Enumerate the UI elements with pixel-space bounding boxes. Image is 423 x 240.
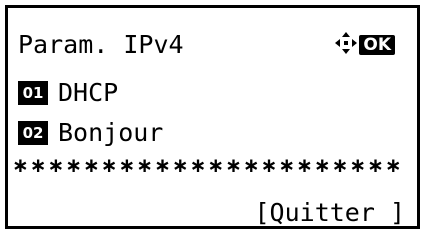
four-way-arrow-icon <box>335 32 358 58</box>
ok-badge: OK <box>359 35 395 55</box>
nav-ok-indicator: OK <box>335 30 395 60</box>
menu-item-number: 01 <box>18 81 48 105</box>
menu-item-dhcp[interactable]: 01 DHCP <box>18 76 118 110</box>
scroll-divider: ∗∗∗∗∗∗∗∗∗∗∗∗∗∗∗∗∗∗∗∗∗∗ <box>12 153 403 177</box>
menu-item-label: DHCP <box>58 78 119 107</box>
menu-item-label: Bonjour <box>58 118 164 147</box>
menu-item-bonjour[interactable]: 02 Bonjour <box>18 116 163 150</box>
quit-softkey[interactable]: [Quitter ] <box>254 198 405 228</box>
menu-item-number: 02 <box>18 121 48 145</box>
screen-title: Param. IPv4 <box>18 30 184 59</box>
lcd-panel: Param. IPv4 OK 01 DHCP 02 Bonjour ∗∗∗∗∗∗… <box>5 5 420 229</box>
